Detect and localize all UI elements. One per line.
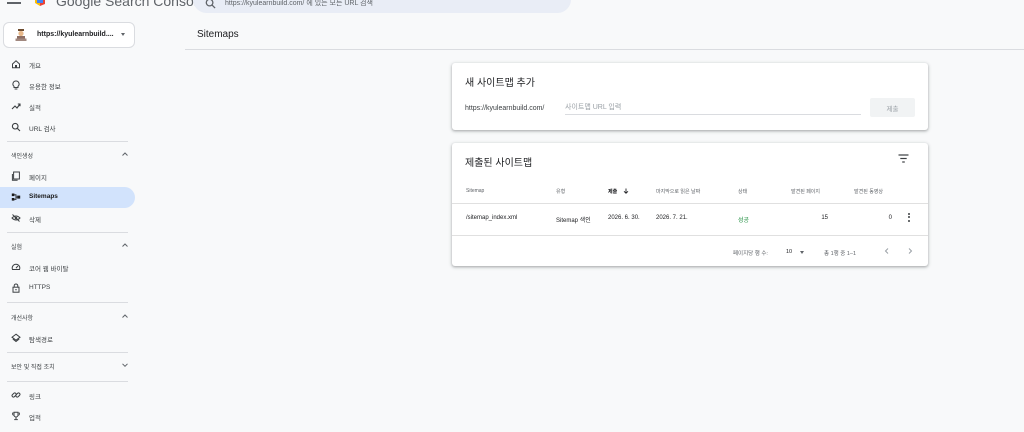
sidebar-item-label: HTTPS xyxy=(29,284,51,291)
app-title[interactable]: Google Search Console xyxy=(56,0,205,9)
more-options-icon[interactable] xyxy=(907,213,911,223)
cell-submitted: 2026. 6. 30. xyxy=(608,215,640,221)
sitemaps-icon xyxy=(11,193,21,201)
rows-per-page-select[interactable]: 10 xyxy=(786,249,792,255)
column-header-sitemap[interactable]: Sitemap xyxy=(466,188,484,194)
sidebar-item-label: 업적 xyxy=(29,415,41,422)
cell-discovered-videos: 0 xyxy=(888,215,892,221)
sidebar-item-https[interactable]: HTTPS xyxy=(0,278,135,299)
column-header-discovered-pages[interactable]: 발견된 페이지 xyxy=(791,188,820,195)
sidebar-divider xyxy=(7,232,128,233)
filter-icon[interactable] xyxy=(898,154,909,163)
top-app-bar: Google Search Console https://kyulearnbu… xyxy=(0,0,1024,16)
sidebar-divider xyxy=(7,141,128,142)
property-label: https://kyulearnbuild.... xyxy=(37,31,114,38)
section-header-indexing[interactable]: 색인생성 xyxy=(0,147,135,163)
header-divider xyxy=(185,49,1024,50)
column-header-type[interactable]: 유형 xyxy=(556,188,565,195)
link-icon xyxy=(11,392,21,398)
home-icon xyxy=(12,60,20,69)
sidebar-item-label: 개요 xyxy=(29,63,41,70)
rows-per-page-caret-icon[interactable] xyxy=(800,251,804,254)
chevron-up-icon xyxy=(122,152,128,156)
property-avatar-icon xyxy=(15,29,27,41)
property-selector[interactable]: https://kyulearnbuild.... xyxy=(3,22,135,48)
sidebar-item-removals[interactable]: 삭제 xyxy=(0,208,135,229)
submit-sitemap-button[interactable]: 제출 xyxy=(870,98,915,117)
sidebar-item-label: URL 검사 xyxy=(29,126,56,133)
sidebar-item-label: 링크 xyxy=(29,394,41,401)
sidebar-item-label: 실적 xyxy=(29,105,41,112)
table-divider xyxy=(452,203,928,204)
section-header-experience[interactable]: 실험 xyxy=(0,238,135,254)
search-console-logo xyxy=(35,0,45,6)
trophy-icon xyxy=(12,411,20,421)
sidebar-item-performance[interactable]: 실적 xyxy=(0,96,135,117)
submitted-sitemaps-title: 제출된 사이트맵 xyxy=(465,158,533,169)
sidebar-item-label: 삭제 xyxy=(29,217,41,224)
table-divider xyxy=(452,235,928,236)
cell-last-read: 2026. 7. 21. xyxy=(656,215,688,221)
chevron-up-icon xyxy=(122,243,128,247)
search-icon xyxy=(205,0,216,9)
cell-sitemap: /sitemap_index.xml xyxy=(466,215,518,221)
search-placeholder: https://kyulearnbuild.com/ 에 있는 모든 URL 검… xyxy=(225,0,373,7)
search-icon xyxy=(11,122,21,132)
cell-type: Sitemap 색인 xyxy=(556,218,591,224)
sitemap-url-prefix: https://kyulearnbuild.com/ xyxy=(465,105,545,112)
trending-up-icon xyxy=(11,103,21,110)
sidebar-item-breadcrumbs[interactable]: 탐색경로 xyxy=(0,328,135,349)
dropdown-caret-icon xyxy=(121,33,125,36)
page-title: Sitemaps xyxy=(197,29,239,40)
add-sitemap-card: 새 사이트맵 추가 https://kyulearnbuild.com/ 제출 xyxy=(452,63,928,130)
section-label: 실험 xyxy=(11,245,23,251)
column-header-submitted[interactable]: 제출 xyxy=(608,188,629,195)
sidebar-item-core-web-vitals[interactable]: 코어 웹 바이탈 xyxy=(0,257,135,278)
sidebar-item-label: Sitemaps xyxy=(29,193,58,200)
chevron-down-icon xyxy=(122,363,128,368)
sidebar-item-sitemaps[interactable]: Sitemaps xyxy=(0,187,135,208)
sidebar-item-links[interactable]: 링크 xyxy=(0,385,135,406)
sidebar-item-label: 코어 웹 바이탈 xyxy=(29,266,69,273)
sidebar-item-label: 유용한 정보 xyxy=(29,84,61,91)
sidebar-divider xyxy=(7,381,128,382)
menu-icon[interactable] xyxy=(7,0,21,6)
chevron-right-icon[interactable] xyxy=(905,246,915,256)
speed-icon xyxy=(11,263,21,270)
section-label: 색인생성 xyxy=(11,154,34,160)
chevron-left-icon[interactable] xyxy=(882,246,892,256)
add-sitemap-title: 새 사이트맵 추가 xyxy=(465,78,535,89)
sidebar-item-overview[interactable]: 개요 xyxy=(0,54,135,75)
pages-icon xyxy=(11,171,20,181)
column-header-discovered-videos[interactable]: 발견된 동영상 xyxy=(854,188,883,195)
sidebar-item-achievements[interactable]: 업적 xyxy=(0,406,135,427)
section-header-security[interactable]: 보안 및 직접 조치 xyxy=(0,358,135,374)
section-label: 보안 및 직접 조치 xyxy=(11,365,55,371)
submitted-sitemaps-card: 제출된 사이트맵 Sitemap 유형 제출 마지막으로 읽은 날짜 상태 발견… xyxy=(452,143,928,266)
chevron-up-icon xyxy=(122,314,128,318)
section-label: 개선사항 xyxy=(11,316,34,322)
section-header-enhancements[interactable]: 개선사항 xyxy=(0,309,135,325)
layers-icon xyxy=(11,333,21,343)
sidebar-item-label: 페이지 xyxy=(29,175,47,182)
sitemap-url-input[interactable] xyxy=(565,101,861,115)
visibility-off-icon xyxy=(11,214,21,222)
cell-discovered-pages: 15 xyxy=(821,215,828,221)
lightbulb-icon xyxy=(12,80,20,90)
sidebar-divider xyxy=(7,352,128,353)
url-search-bar[interactable]: https://kyulearnbuild.com/ 에 있는 모든 URL 검… xyxy=(193,0,571,13)
column-header-last-read[interactable]: 마지막으로 읽은 날짜 xyxy=(656,188,700,195)
sidebar-item-url-inspection[interactable]: URL 검사 xyxy=(0,117,135,138)
sidebar-item-label: 탐색경로 xyxy=(29,337,53,344)
arrow-down-icon xyxy=(623,188,628,194)
cell-status: 성공 xyxy=(738,218,750,224)
rows-per-page-label: 페이지당 행 수: xyxy=(733,251,768,257)
lock-icon xyxy=(12,283,20,293)
pagination-range: 총 1행 중 1–1 xyxy=(824,251,856,257)
sidebar-divider xyxy=(7,302,128,303)
sidebar-item-insights[interactable]: 유용한 정보 xyxy=(0,75,135,96)
sidebar-item-pages[interactable]: 페이지 xyxy=(0,166,135,187)
column-header-status[interactable]: 상태 xyxy=(738,188,747,195)
column-header-label: 제출 xyxy=(608,189,618,195)
